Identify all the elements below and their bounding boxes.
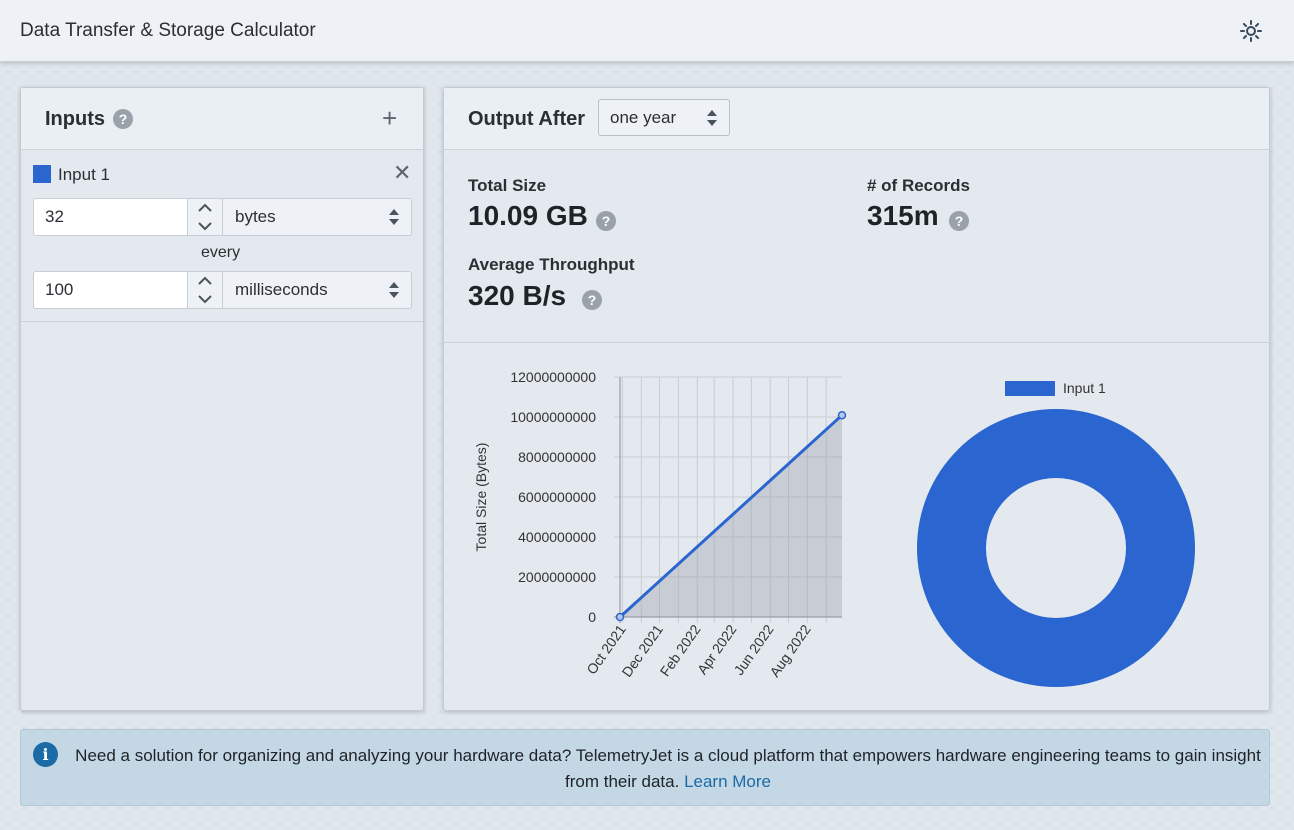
gear-icon[interactable] (1239, 19, 1263, 43)
size-stepper[interactable] (187, 198, 223, 236)
records-value: 315m (867, 200, 939, 231)
learn-more-link[interactable]: Learn More (684, 772, 771, 791)
stats-block: Total Size 10.09 GB ? # of Records 315m … (444, 150, 1269, 343)
inputs-title: Inputs (45, 108, 105, 130)
increment-icon[interactable] (188, 272, 222, 290)
select-arrows-icon (389, 282, 399, 298)
top-bar: Data Transfer & Storage Calculator (0, 0, 1294, 62)
period-select[interactable]: one year (598, 99, 730, 136)
legend-label: Input 1 (1063, 380, 1106, 396)
increment-icon[interactable] (188, 199, 222, 217)
data-point (837, 410, 847, 420)
select-arrows-icon (389, 209, 399, 225)
app-title: Data Transfer & Storage Calculator (20, 20, 316, 41)
data-point (615, 612, 625, 622)
interval-value-input[interactable]: 100 (33, 271, 188, 309)
records-label: # of Records (867, 176, 970, 195)
banner-text: Need a solution for organizing and analy… (73, 743, 1263, 795)
input-name[interactable]: Input 1 (58, 165, 110, 185)
banner-message: Need a solution for organizing and analy… (75, 746, 1261, 791)
y-tick-label: 4000000000 (518, 529, 596, 545)
info-icon: i (33, 742, 58, 767)
interval-unit-select[interactable]: milliseconds (222, 271, 412, 309)
input-color-swatch[interactable] (33, 165, 51, 183)
throughput-label: Average Throughput (468, 255, 635, 274)
remove-input-close-icon[interactable]: ✕ (393, 160, 411, 186)
info-banner: i Need a solution for organizing and ana… (20, 729, 1270, 806)
size-unit-select[interactable]: bytes (222, 198, 412, 236)
throughput-value: 320 B/s (468, 280, 567, 311)
interval-unit-label: milliseconds (235, 280, 328, 299)
add-input-button[interactable]: + (382, 105, 397, 131)
y-tick-label: 0 (588, 609, 596, 625)
charts-area: 0 2000000000 4000000000 6000000000 800000000… (473, 369, 1195, 687)
y-tick-label: 8000000000 (518, 449, 596, 465)
input-item: Input 1 ✕ 32 bytes every 100 millisecond… (21, 150, 423, 322)
legend-swatch (1005, 381, 1055, 396)
inputs-panel: Inputs ? + Input 1 ✕ 32 bytes every 100 … (20, 87, 424, 711)
y-tick-label: 10000000000 (510, 409, 596, 425)
select-arrows-icon (707, 110, 717, 126)
total-size-value: 10.09 GB (468, 200, 588, 231)
every-label: every (201, 244, 241, 261)
y-axis-label: Total Size (Bytes) (473, 443, 489, 552)
throughput-help-icon[interactable]: ? (582, 290, 602, 310)
output-header: Output After one year (444, 88, 1269, 150)
decrement-icon[interactable] (188, 290, 222, 308)
interval-stepper[interactable] (187, 271, 223, 309)
size-value-input[interactable]: 32 (33, 198, 188, 236)
size-unit-label: bytes (235, 207, 276, 226)
decrement-icon[interactable] (188, 217, 222, 235)
period-label: one year (610, 108, 677, 127)
y-tick-label: 6000000000 (518, 489, 596, 505)
doughnut-slice (917, 409, 1195, 687)
y-tick-label: 12000000000 (510, 369, 596, 385)
records-help-icon[interactable]: ? (949, 211, 969, 231)
y-tick-label: 2000000000 (518, 569, 596, 585)
inputs-help-icon[interactable]: ? (113, 109, 133, 129)
inputs-header: Inputs ? + (21, 88, 423, 150)
output-title: Output After (468, 108, 586, 130)
output-panel: Output After one year Total Size 10.09 G… (443, 87, 1270, 711)
total-size-label: Total Size (468, 176, 547, 195)
total-size-help-icon[interactable]: ? (596, 211, 616, 231)
